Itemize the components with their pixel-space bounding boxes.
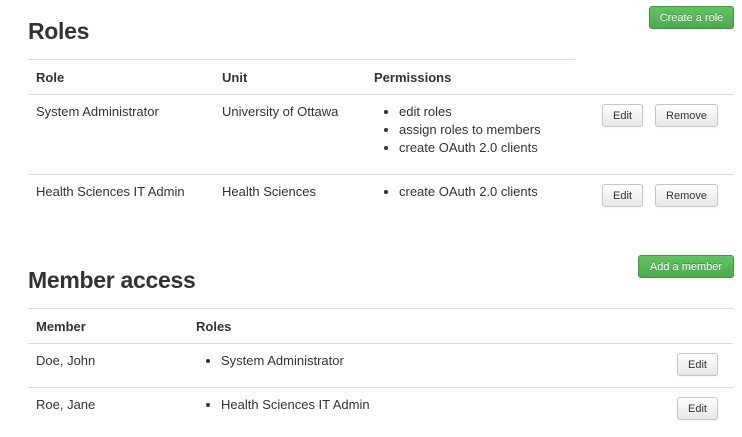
create-role-button[interactable]: Create a role (649, 6, 734, 29)
permissions-list: create OAuth 2.0 clients (375, 183, 538, 201)
add-member-button[interactable]: Add a member (638, 255, 734, 278)
header-member: Member (36, 319, 86, 334)
permission-item: create OAuth 2.0 clients (399, 139, 541, 157)
role-unit: University of Ottawa (222, 104, 339, 119)
roles-header-divider (28, 94, 734, 95)
permission-item: create OAuth 2.0 clients (399, 183, 538, 201)
member-name: Doe, John (36, 353, 96, 368)
permissions-list: edit roles assign roles to members creat… (375, 103, 541, 157)
row-divider (28, 387, 734, 388)
row-divider (28, 174, 734, 175)
remove-role-button[interactable]: Remove (655, 184, 718, 207)
role-name: System Administrator (36, 104, 159, 119)
edit-role-button[interactable]: Edit (602, 184, 643, 207)
role-unit: Health Sciences (222, 184, 316, 199)
remove-role-button[interactable]: Remove (655, 104, 718, 127)
members-table-top-border (28, 308, 734, 309)
header-unit: Unit (222, 70, 248, 85)
header-permissions: Permissions (374, 70, 452, 85)
roles-table-top-border (28, 59, 575, 60)
edit-member-button[interactable]: Edit (677, 353, 718, 376)
member-roles-list: Health Sciences IT Admin (197, 396, 370, 414)
member-access-title: Member access (28, 267, 196, 293)
members-header-divider (28, 343, 734, 344)
edit-member-button[interactable]: Edit (677, 397, 718, 420)
member-role-item: System Administrator (221, 352, 344, 370)
roles-title: Roles (28, 18, 90, 44)
permission-item: assign roles to members (399, 121, 541, 139)
member-roles-list: System Administrator (197, 352, 344, 370)
header-role: Role (36, 70, 65, 85)
header-roles: Roles (196, 319, 232, 334)
permission-item: edit roles (399, 103, 541, 121)
edit-role-button[interactable]: Edit (602, 104, 643, 127)
role-name: Health Sciences IT Admin (36, 184, 185, 199)
member-name: Roe, Jane (36, 397, 96, 412)
member-role-item: Health Sciences IT Admin (221, 396, 370, 414)
